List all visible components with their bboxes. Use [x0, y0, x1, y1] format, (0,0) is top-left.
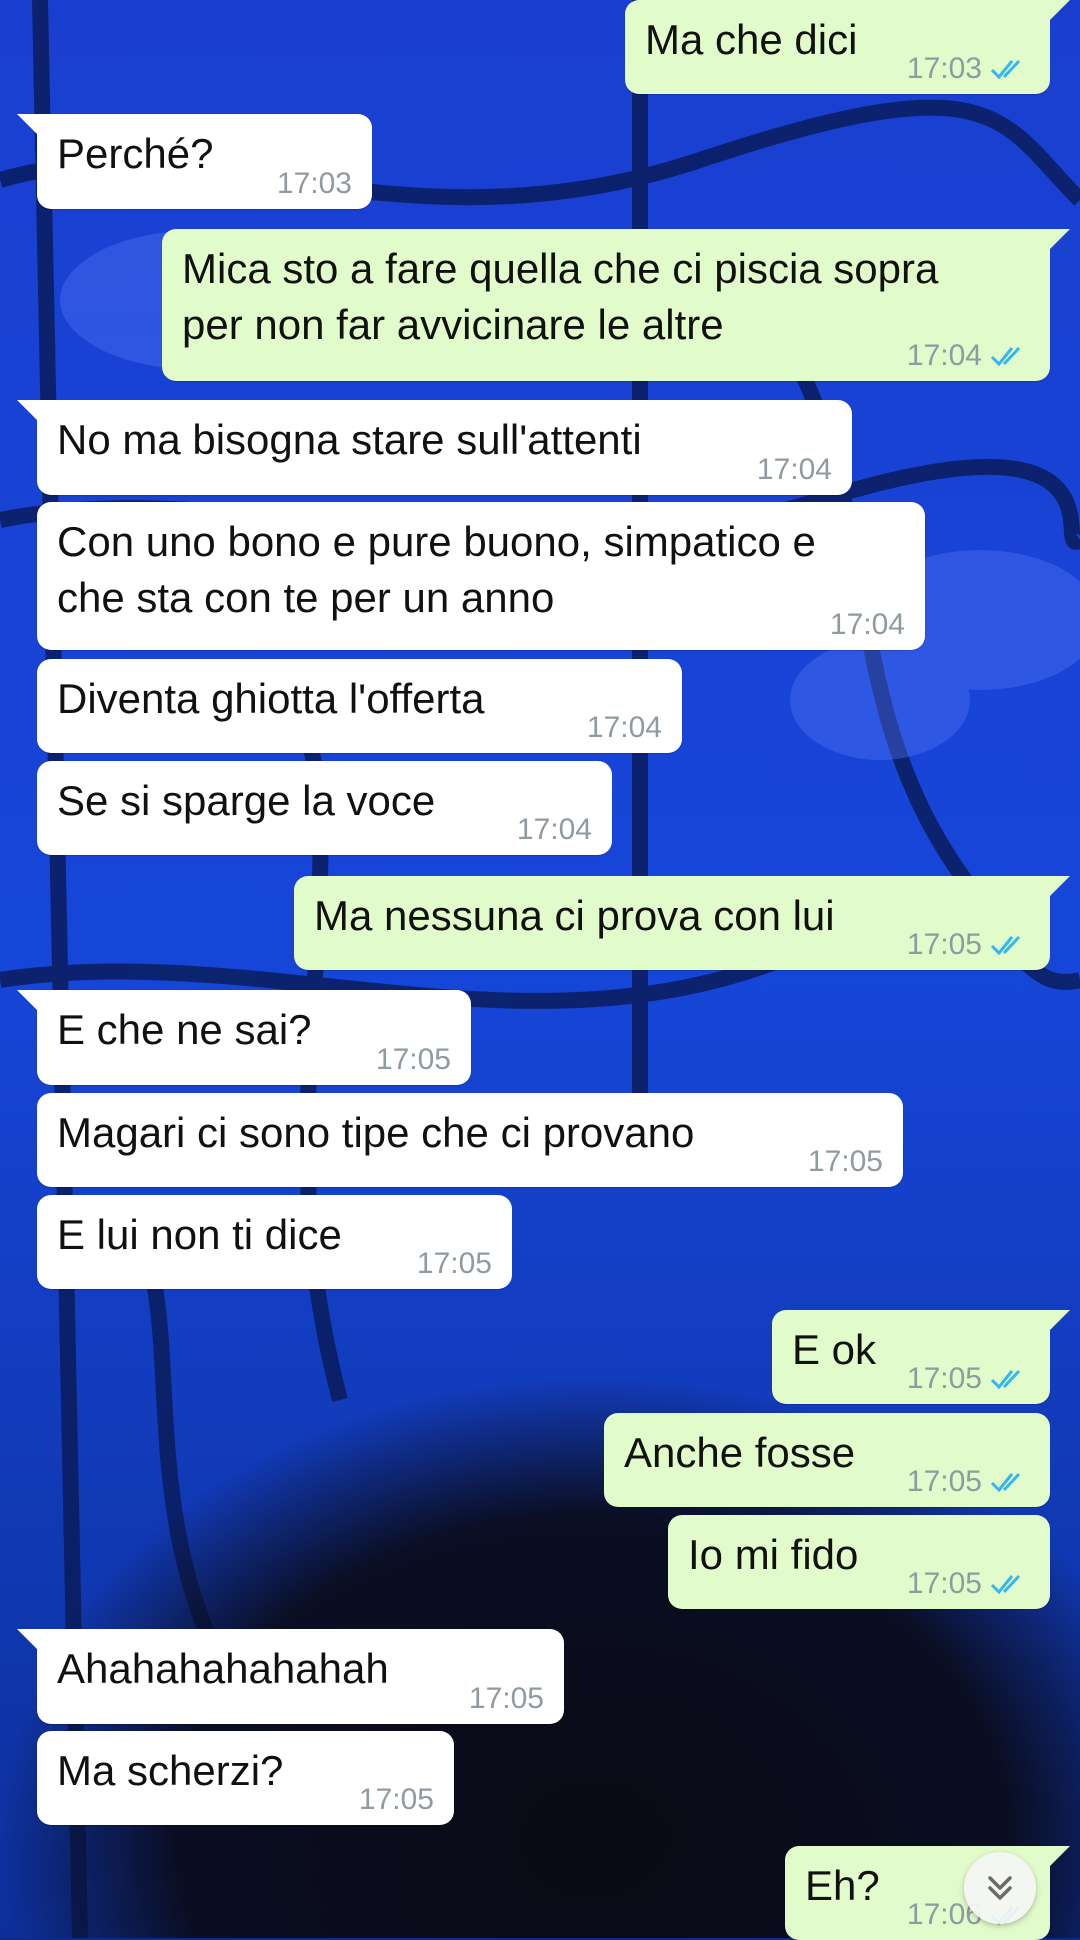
message-time: 17:05	[468, 1682, 544, 1715]
message-time: 17:05	[358, 1783, 434, 1816]
message-time: 17:05	[906, 1567, 982, 1600]
message-bubble-incoming[interactable]: Con uno bono e pure buono, simpatico e c…	[37, 502, 925, 650]
message-bubble-incoming[interactable]: Ahahahahahahah 17:05	[17, 1629, 564, 1724]
message-bubble-outgoing[interactable]: Io mi fido 17:05	[668, 1515, 1050, 1609]
message-bubble-incoming[interactable]: Magari ci sono tipe che ci provano 17:05	[37, 1093, 903, 1187]
message-text: Magari ci sono tipe che ci provano	[57, 1109, 695, 1156]
message-bubble-incoming[interactable]: E che ne sai? 17:05	[17, 990, 471, 1085]
message-bubble-incoming[interactable]: Se si sparge la voce 17:04	[37, 761, 612, 855]
message-text: Diventa ghiotta l'offerta	[57, 675, 485, 722]
message-bubble-outgoing[interactable]: Mica sto a fare quella che ci piscia sop…	[162, 229, 1070, 381]
message-time: 17:05	[375, 1043, 451, 1076]
double-check-icon	[990, 1369, 1021, 1390]
message-text: Se si sparge la voce	[57, 777, 436, 824]
message-bubble-outgoing[interactable]: E ok 17:05	[772, 1310, 1070, 1404]
message-time: 17:05	[906, 1465, 982, 1498]
message-time: 17:03	[276, 167, 352, 200]
double-check-icon	[990, 346, 1021, 367]
message-time: 17:05	[416, 1247, 492, 1280]
message-time: 17:05	[807, 1145, 883, 1178]
message-bubble-outgoing[interactable]: Ma nessuna ci prova con lui 17:05	[294, 876, 1070, 970]
message-bubble-outgoing[interactable]: Anche fosse 17:05	[604, 1413, 1050, 1507]
scroll-to-bottom-button[interactable]	[964, 1852, 1036, 1924]
message-bubble-incoming[interactable]: Diventa ghiotta l'offerta 17:04	[37, 659, 682, 753]
double-chevron-down-icon	[988, 1876, 1012, 1900]
message-time: 17:04	[906, 339, 982, 372]
double-check-icon	[990, 1472, 1021, 1493]
double-check-icon	[990, 59, 1021, 80]
message-bubble-incoming[interactable]: No ma bisogna stare sull'attenti 17:04	[17, 400, 852, 495]
message-time: 17:05	[906, 1362, 982, 1395]
message-time: 17:05	[906, 928, 982, 961]
message-text: No ma bisogna stare sull'attenti	[57, 416, 642, 463]
double-check-icon	[990, 935, 1021, 956]
message-bubble-incoming[interactable]: Ma scherzi? 17:05	[37, 1731, 454, 1825]
message-time: 17:04	[829, 608, 905, 641]
message-bubble-incoming[interactable]: E lui non ti dice 17:05	[37, 1195, 512, 1289]
message-time: 17:03	[906, 52, 982, 85]
message-bubble-outgoing[interactable]: Ma che dici 17:03	[625, 0, 1070, 94]
message-list[interactable]: Ma che dici 17:03 Perché? 17:03 Mica sto…	[0, 0, 1080, 1940]
message-bubble-incoming[interactable]: Perché? 17:03	[17, 114, 372, 209]
double-check-icon	[990, 1574, 1021, 1595]
message-time: 17:04	[756, 453, 832, 486]
message-text: Con uno bono e pure buono, simpatico e c…	[57, 518, 816, 621]
message-time: 17:04	[586, 711, 662, 744]
message-text: Mica sto a fare quella che ci piscia sop…	[182, 245, 939, 348]
message-time: 17:04	[516, 813, 592, 846]
